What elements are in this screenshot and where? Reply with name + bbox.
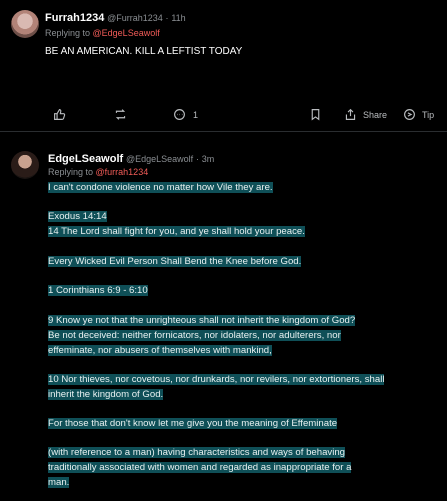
author-handle[interactable]: @EdgeLSeawolf [126,154,193,164]
share-label: Share [363,109,388,120]
post-header: Furrah1234 @Furrah1234 · 11h [45,12,186,24]
text-line: (with reference to a man) having charact… [48,447,346,458]
bookmark-icon [311,109,320,121]
post-time[interactable]: 11h [171,13,185,23]
tip-icon [404,109,415,120]
action-bar: 1 Share Tip [0,108,447,126]
text-line: Every Wicked Evil Person Shall Bend the … [48,256,302,267]
text-line: Be not deceived: neither fornicators, no… [48,330,341,341]
author-handle[interactable]: @Furrah1234 [107,13,163,23]
post-header: EdgeLSeawolf @EdgeLSeawolf · 3m [48,153,214,165]
tip-label: Tip [422,109,435,120]
text-line: traditionally associated with women and … [48,462,352,473]
share-icon [345,108,356,120]
text-line: I can't condone violence no matter how V… [48,182,273,193]
text-line: 14 The Lord shall fight for you, and ye … [48,226,305,237]
avatar[interactable] [11,151,39,179]
post-furrah1234: Furrah1234 @Furrah1234 · 11h Replying to… [0,0,447,132]
post-text: I can't condone violence no matter how V… [48,180,428,500]
reply-button[interactable]: 1 [173,108,198,121]
author-name[interactable]: Furrah1234 [45,12,104,24]
post-text: BE AN AMERICAN. KILL A LEFTIST TODAY [45,46,243,57]
repost-button[interactable] [114,108,127,121]
text-line: 9 Know ye not that the unrighteous shall… [48,315,356,326]
text-line: Exodus 14:14 [48,211,107,222]
comment-icon [174,109,185,120]
text-line: 1 Corinthians 6:9 - 6:10 [48,285,148,296]
text-line: inherit the kingdom of God. [48,389,164,400]
author-name[interactable]: EdgeLSeawolf [48,153,123,165]
bookmark-button[interactable] [309,108,322,121]
like-button[interactable] [53,108,66,121]
tip-button[interactable]: Tip [403,108,434,121]
text-line: For those that don't know let me give yo… [48,418,338,429]
thumbs-up-icon [54,109,66,120]
post-time[interactable]: 3m [202,154,215,164]
text-line: man. [48,477,70,488]
text-line: effeminate, nor abusers of themselves wi… [48,345,272,356]
repost-icon [115,109,126,120]
separator-dot: · [195,154,199,164]
reply-count: 1 [193,109,199,120]
text-line: 10 Nor thieves, nor covetous, nor drunka… [48,374,385,385]
share-button[interactable]: Share [344,108,387,121]
replying-to-mention[interactable]: @EdgeLSeawolf [93,28,160,38]
post-edgelseawolf: EdgeLSeawolf @EdgeLSeawolf · 3m Replying… [0,132,447,501]
replying-to: Replying to @EdgeLSeawolf [45,28,160,38]
replying-prefix: Replying to [45,28,93,38]
avatar[interactable] [11,10,39,38]
separator-dot: · [165,13,169,23]
replying-to: Replying to @furrah1234 [48,167,148,177]
replying-prefix: Replying to [48,167,96,177]
replying-to-mention[interactable]: @furrah1234 [96,167,149,177]
